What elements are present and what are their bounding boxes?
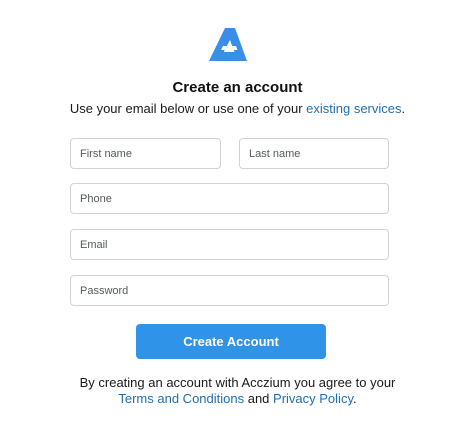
acczium-logo-icon: [209, 28, 247, 61]
page-subtitle: Use your email below or use one of your …: [0, 101, 475, 116]
signup-page: Create an account Use your email below o…: [0, 0, 475, 426]
legal-suffix: .: [352, 391, 357, 406]
phone-input[interactable]: [70, 183, 389, 214]
existing-services-link[interactable]: existing services: [306, 101, 401, 116]
subtitle-text: Use your email below or use one of your: [69, 101, 307, 116]
create-account-button[interactable]: Create Account: [136, 324, 326, 359]
page-title: Create an account: [172, 79, 303, 96]
terms-link[interactable]: Terms and Conditions: [118, 391, 244, 406]
last-name-input[interactable]: [239, 138, 389, 169]
email-input[interactable]: [70, 229, 389, 260]
privacy-link[interactable]: Privacy Policy: [273, 391, 353, 406]
password-input[interactable]: [70, 275, 389, 306]
legal-line: By creating an account with Acczium you …: [79, 375, 396, 390]
legal-links-line: Terms and Conditions and Privacy Policy.: [0, 391, 475, 407]
subtitle-suffix: .: [401, 101, 406, 116]
legal-joiner: and: [244, 391, 274, 406]
legal-notice: By creating an account with Acczium you …: [0, 375, 475, 407]
first-name-input[interactable]: [70, 138, 221, 169]
